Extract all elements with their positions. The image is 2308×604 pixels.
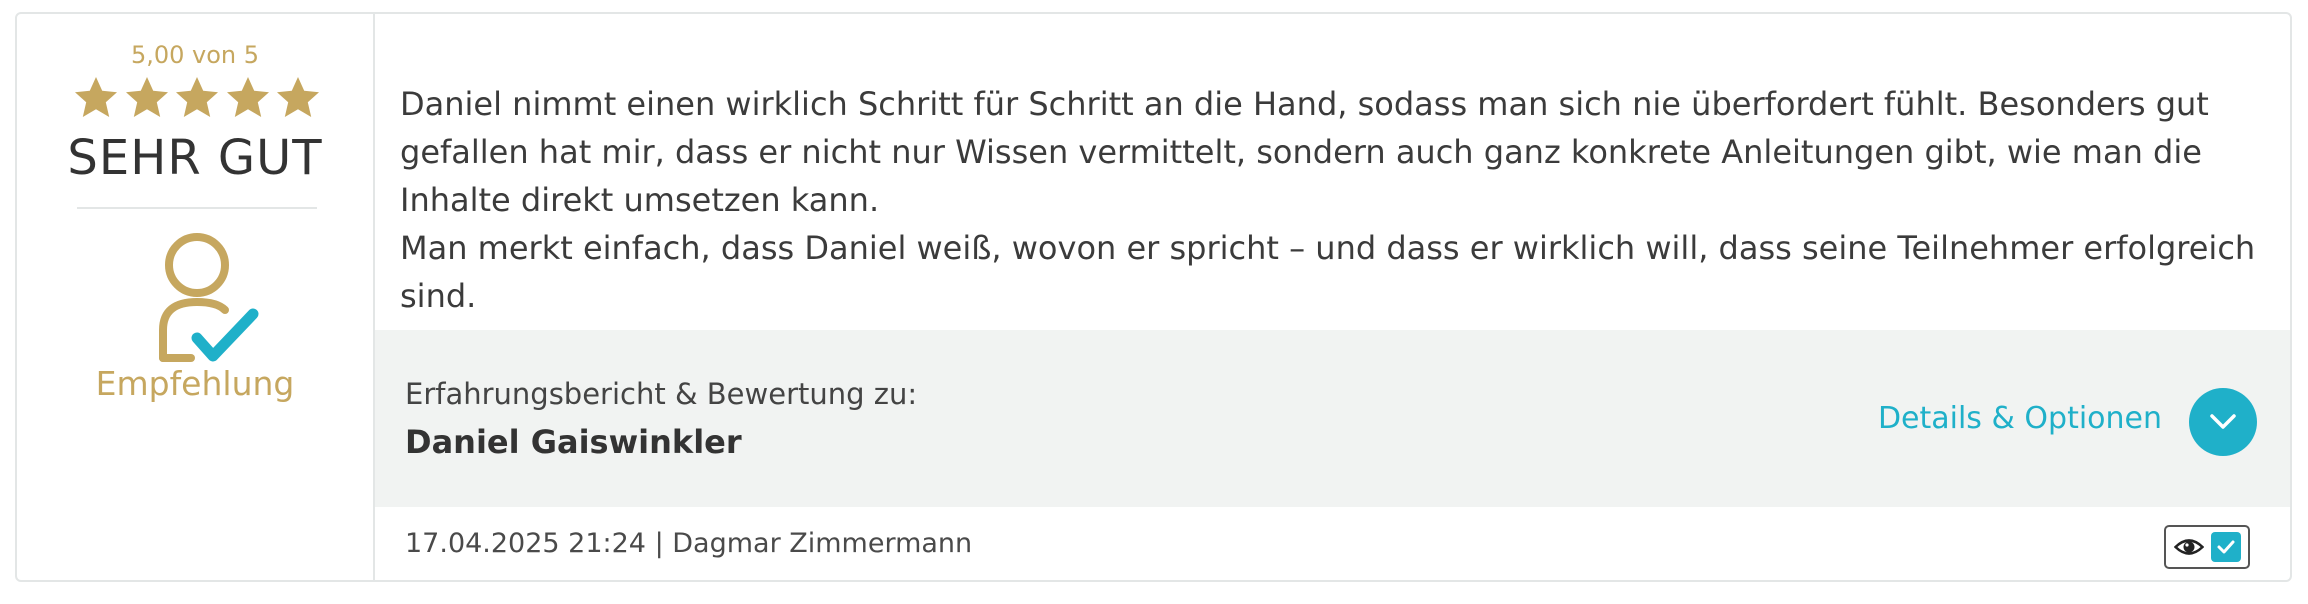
star-rating	[72, 74, 322, 124]
subject-bar: Erfahrungsbericht & Bewertung zu: Daniel…	[375, 330, 2290, 507]
review-card: 5,00 von 5 SEHR GUT Empfehlung Daniel ni…	[15, 12, 2292, 582]
review-paragraph: Man merkt einfach, dass Daniel weiß, wov…	[400, 229, 2256, 315]
star-icon	[75, 77, 117, 117]
rating-score: 5,00 von 5	[130, 41, 260, 69]
divider	[77, 207, 317, 209]
rating-label: SEHR GUT	[67, 130, 323, 186]
recommendation-label: Empfehlung	[95, 364, 295, 403]
details-options-link[interactable]: Details & Optionen	[1878, 401, 2162, 436]
subject-name: Daniel Gaiswinkler	[405, 423, 742, 461]
details-toggle-button[interactable]	[2189, 388, 2257, 456]
review-meta: 17.04.2025 21:24 | Dagmar Zimmermann	[405, 528, 973, 559]
star-icon	[176, 77, 218, 117]
eye-icon[interactable]	[2173, 536, 2204, 558]
visibility-toggle[interactable]	[2164, 525, 2250, 569]
star-icon	[277, 77, 319, 117]
user-check-icon	[157, 230, 267, 370]
checkmark-icon[interactable]	[2210, 532, 2241, 562]
rating-panel: 5,00 von 5 SEHR GUT Empfehlung	[17, 14, 375, 580]
subject-caption: Erfahrungsbericht & Bewertung zu:	[405, 377, 918, 411]
star-icon	[226, 77, 269, 117]
review-text: Daniel nimmt einen wirklich Schritt für …	[400, 80, 2280, 320]
star-icon	[125, 77, 168, 117]
review-paragraph: Daniel nimmt einen wirklich Schritt für …	[400, 85, 2209, 219]
chevron-down-icon	[2210, 414, 2236, 429]
